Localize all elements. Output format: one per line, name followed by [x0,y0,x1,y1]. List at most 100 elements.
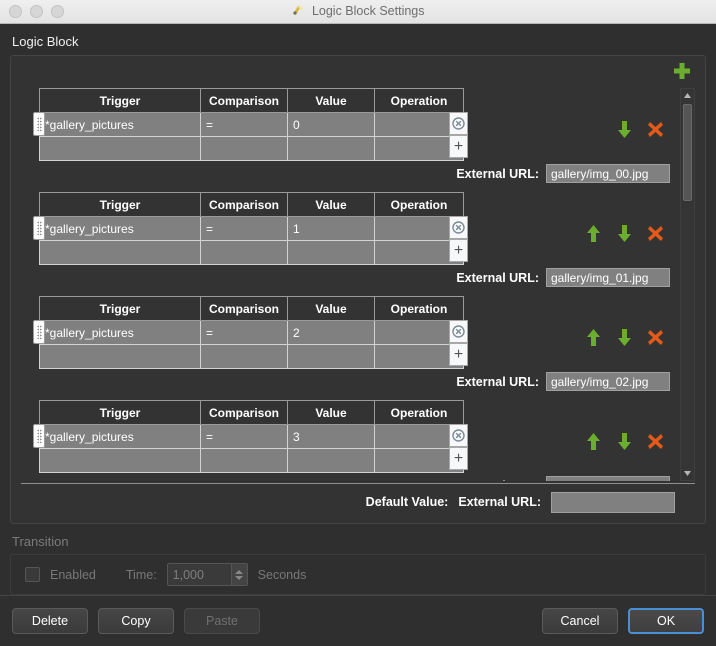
table-row-empty[interactable] [39,240,464,265]
column-header-comparison: Comparison [200,192,288,217]
cell-blank-comparison[interactable] [200,136,288,161]
logic-entry: Trigger Comparison Value Operation *gallery… [21,400,678,481]
external-url-label: External URL: [456,479,539,481]
external-url-input[interactable] [546,372,670,391]
cell-value[interactable]: 2 [287,320,375,345]
transition-time-stepper[interactable]: 1,000 [166,563,248,586]
remove-condition-button[interactable] [449,112,468,135]
entry-external-url-row: External URL: [456,372,670,391]
move-down-button[interactable] [616,224,633,243]
remove-condition-button[interactable] [449,424,468,447]
move-down-button[interactable] [616,328,633,347]
cell-value[interactable]: 3 [287,424,375,449]
cell-blank-trigger[interactable] [39,136,201,161]
table-row[interactable]: *gallery_pictures = 2 [39,320,464,345]
add-condition-button[interactable]: + [449,343,468,366]
cell-blank-value[interactable] [287,136,375,161]
stepper-arrows-icon[interactable] [230,564,247,585]
scrollbar-thumb[interactable] [683,104,692,201]
external-url-input[interactable] [546,164,670,183]
cell-comparison[interactable]: = [200,424,288,449]
cell-trigger[interactable]: *gallery_pictures [39,112,201,137]
cell-blank-comparison[interactable] [200,240,288,265]
copy-button[interactable]: Copy [98,608,174,635]
move-down-button[interactable] [616,432,633,451]
close-button[interactable] [9,5,22,18]
circle-x-icon [452,117,465,130]
entry-action-buttons [585,224,664,243]
cancel-button[interactable]: Cancel [542,608,618,635]
cell-comparison[interactable]: = [200,320,288,345]
cell-blank-trigger[interactable] [39,240,201,265]
condition-table: Trigger Comparison Value Operation *gallery… [39,400,464,473]
column-header-trigger: Trigger [39,296,201,321]
table-header-row: Trigger Comparison Value Operation [39,88,464,113]
drag-handle[interactable] [33,216,45,240]
entries-list: Trigger Comparison Value Operation *gallery… [21,88,678,481]
transition-time-label: Time: [125,567,157,582]
table-row[interactable]: *gallery_pictures = 0 [39,112,464,137]
cell-blank-value[interactable] [287,448,375,473]
stepper-up-icon[interactable] [235,569,244,574]
cell-trigger[interactable]: *gallery_pictures [39,320,201,345]
cell-blank-trigger[interactable] [39,344,201,369]
condition-table: Trigger Comparison Value Operation *gallery… [39,88,464,161]
ok-button[interactable]: OK [628,608,704,635]
drag-handle[interactable] [33,424,45,448]
external-url-input[interactable] [546,476,670,481]
default-external-url-label: External URL: [458,495,541,510]
move-up-button[interactable] [585,328,602,347]
cell-value[interactable]: 1 [287,216,375,241]
cell-blank-value[interactable] [287,344,375,369]
scroll-up-arrow-icon[interactable] [681,89,694,102]
minimize-button[interactable] [30,5,43,18]
delete-button[interactable] [647,120,664,139]
default-value-label: Default Value: [365,495,449,510]
cell-comparison[interactable]: = [200,112,288,137]
cell-blank-trigger[interactable] [39,448,201,473]
delete-button[interactable] [647,432,664,451]
table-row[interactable]: *gallery_pictures = 1 [39,216,464,241]
drag-dots-icon [36,325,42,339]
delete-button[interactable]: Delete [12,608,88,635]
move-up-button[interactable] [585,224,602,243]
default-external-url-input[interactable] [551,491,675,513]
external-url-input[interactable] [546,268,670,287]
circle-x-icon [452,221,465,234]
add-entry-button[interactable] [671,60,693,82]
column-header-trigger: Trigger [39,400,201,425]
table-row-empty[interactable] [39,448,464,473]
cell-blank-comparison[interactable] [200,344,288,369]
remove-condition-button[interactable] [449,320,468,343]
cell-blank-comparison[interactable] [200,448,288,473]
table-row-empty[interactable] [39,136,464,161]
drag-handle[interactable] [33,112,45,136]
add-condition-button[interactable]: + [449,239,468,262]
delete-button[interactable] [647,328,664,347]
cell-trigger[interactable]: *gallery_pictures [39,424,201,449]
stepper-down-icon[interactable] [235,575,244,580]
remove-condition-button[interactable] [449,216,468,239]
entry-external-url-row: External URL: [456,164,670,183]
cell-blank-value[interactable] [287,240,375,265]
transition-time-value[interactable]: 1,000 [168,564,231,585]
column-header-value: Value [287,296,375,321]
drag-handle[interactable] [33,320,45,344]
table-header-row: Trigger Comparison Value Operation [39,192,464,217]
move-up-button[interactable] [585,432,602,451]
cell-comparison[interactable]: = [200,216,288,241]
table-row[interactable]: *gallery_pictures = 3 [39,424,464,449]
maximize-button[interactable] [51,5,64,18]
transition-enabled-checkbox[interactable] [25,567,40,582]
cell-value[interactable]: 0 [287,112,375,137]
cell-trigger[interactable]: *gallery_pictures [39,216,201,241]
move-down-button[interactable] [616,120,633,139]
add-condition-button[interactable]: + [449,447,468,470]
table-row-empty[interactable] [39,344,464,369]
delete-button[interactable] [647,224,664,243]
logic-entry: Trigger Comparison Value Operation *gallery… [21,192,678,296]
entries-scrollbar[interactable] [680,88,695,481]
logic-entry: Trigger Comparison Value Operation *gallery… [21,88,678,192]
add-condition-button[interactable]: + [449,135,468,158]
scroll-down-arrow-icon[interactable] [681,467,694,480]
